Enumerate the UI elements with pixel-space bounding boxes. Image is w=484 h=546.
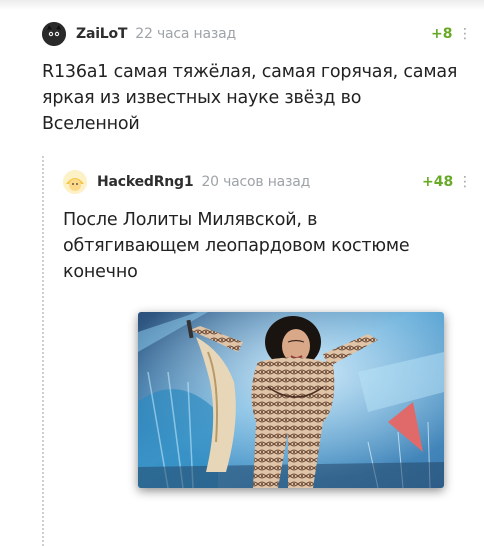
comment-text-line: R136a1 самая тяжёлая, самая горячая, сам… (42, 62, 458, 82)
comment-text-line: Вселенной (42, 114, 140, 134)
comment-rating: +8 (431, 26, 453, 42)
comment-text-line: конечно (63, 262, 138, 282)
performer-on-stage-photo[interactable] (138, 312, 444, 488)
cat-avatar-icon[interactable] (42, 22, 66, 46)
comment-time[interactable]: 22 часа назад (135, 26, 236, 42)
comment-text-line: обтягивающем леопардовом костюме (63, 236, 410, 256)
comment-time[interactable]: 20 часов назад (201, 174, 310, 190)
thread-branch-line[interactable] (42, 156, 44, 546)
comment-text: R136a1 самая тяжёлая, самая горячая, сам… (42, 59, 472, 137)
comment-username[interactable]: ZaiLoT (76, 26, 127, 42)
vertical-dots-icon[interactable]: ⋮ (458, 26, 472, 42)
comment-header: HackedRng1 20 часов назад (63, 170, 310, 194)
comment-text-line: После Лолиты Милявской, в (63, 210, 318, 230)
comment-rating: +48 (422, 174, 454, 190)
comment-username[interactable]: HackedRng1 (97, 174, 194, 190)
comment-header: ZaiLoT 22 часа назад (42, 22, 236, 46)
top-edge (0, 0, 484, 10)
vertical-dots-icon[interactable]: ⋮ (458, 174, 472, 190)
comment-text-line: яркая из известных науке звёзд во (42, 88, 362, 108)
comment-text: После Лолиты Милявской, в обтягивающем л… (63, 207, 473, 285)
cartoon-avatar-icon[interactable] (63, 170, 87, 194)
